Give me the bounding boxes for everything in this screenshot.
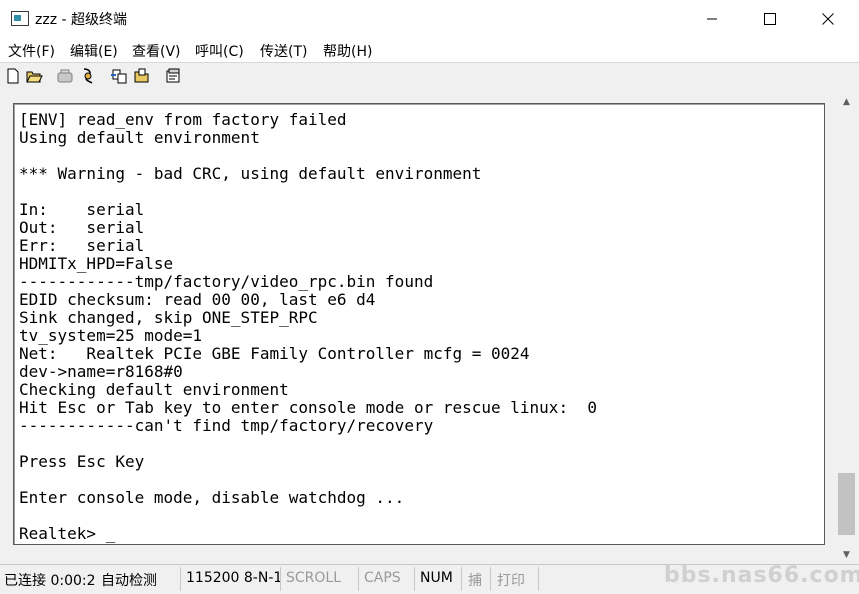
terminal-line: EDID checksum: read 00 00, last e6 d4	[19, 290, 376, 309]
status-detect: 自动检测	[101, 573, 157, 589]
status-scroll: SCROLL	[286, 570, 342, 586]
status-separator	[180, 567, 181, 591]
terminal-line: *** Warning - bad CRC, using default env…	[19, 164, 482, 183]
properties-icon	[166, 68, 180, 83]
terminal-line: HDMITx_HPD=False	[19, 254, 174, 273]
disconnect-icon	[83, 68, 93, 84]
status-separator	[280, 567, 281, 591]
menu-transfer[interactable]: 传送(T)	[260, 41, 307, 61]
window-title: zzz - 超级终端	[35, 12, 127, 28]
status-separator	[414, 567, 415, 591]
title-bar: zzz - 超级终端	[0, 0, 859, 38]
status-separator	[538, 567, 539, 591]
terminal-line: ------------can't find tmp/factory/recov…	[19, 416, 434, 435]
maximize-button[interactable]	[741, 0, 799, 38]
new-icon	[7, 68, 19, 84]
menu-bar: 文件(F) 编辑(E) 查看(V) 呼叫(C) 传送(T) 帮助(H)	[0, 38, 859, 62]
properties-button[interactable]	[164, 67, 182, 85]
menu-call[interactable]: 呼叫(C)	[195, 41, 244, 61]
receive-icon	[134, 68, 149, 83]
terminal-line: Using default environment	[19, 128, 260, 147]
terminal-line: Enter console mode, disable watchdog ...	[19, 488, 405, 507]
status-capture: 捕	[468, 573, 482, 589]
status-port-settings: 115200 8-N-1	[186, 570, 280, 586]
watermark: bbs.nas66.com	[664, 563, 859, 588]
toolbar	[0, 62, 859, 89]
send-button[interactable]	[110, 67, 128, 85]
terminal-line: Realtek> _	[19, 524, 116, 543]
send-icon	[111, 69, 127, 84]
close-icon	[822, 13, 834, 25]
terminal-line: Hit Esc or Tab key to enter console mode…	[19, 398, 597, 417]
hyperterminal-app-icon	[11, 11, 29, 26]
menu-help[interactable]: 帮助(H)	[323, 41, 372, 61]
minimize-button[interactable]	[683, 0, 741, 38]
terminal-area: [ENV] read_env from factory failed Using …	[0, 90, 859, 563]
terminal-line: Checking default environment	[19, 380, 289, 399]
status-print: 打印	[497, 573, 525, 589]
call-icon	[57, 69, 73, 83]
terminal-line: Out: serial	[19, 218, 145, 237]
terminal-output: [ENV] read_env from factory failed Using …	[19, 111, 597, 543]
maximize-icon	[764, 13, 776, 25]
status-separator	[461, 567, 462, 591]
terminal-line: Net: Realtek PCIe GBE Family Controller …	[19, 344, 530, 363]
terminal-line: dev->name=r8168#0	[19, 362, 183, 381]
status-separator	[490, 567, 491, 591]
scroll-up-arrow-icon[interactable]: ▲	[837, 93, 856, 110]
scrollbar-thumb[interactable]	[838, 473, 855, 535]
status-caps: CAPS	[364, 570, 401, 586]
terminal-line: Press Esc Key	[19, 452, 145, 471]
open-button[interactable]	[25, 67, 43, 85]
terminal-screen[interactable]: [ENV] read_env from factory failed Using …	[13, 103, 825, 545]
status-num: NUM	[420, 570, 453, 586]
close-button[interactable]	[799, 0, 857, 38]
status-connection: 已连接 0:00:2	[4, 573, 96, 589]
terminal-line: Sink changed, skip ONE_STEP_RPC	[19, 308, 318, 327]
terminal-line: Err: serial	[19, 236, 145, 255]
terminal-line: tv_system=25 mode=1	[19, 326, 203, 345]
menu-edit[interactable]: 编辑(E)	[70, 41, 118, 61]
menu-file[interactable]: 文件(F)	[8, 41, 55, 61]
terminal-line: ------------tmp/factory/video_rpc.bin fo…	[19, 272, 434, 291]
open-icon	[26, 71, 43, 83]
disconnect-button[interactable]	[79, 67, 97, 85]
status-separator	[358, 567, 359, 591]
call-button[interactable]	[56, 67, 74, 85]
new-button[interactable]	[4, 67, 22, 85]
minimize-icon	[707, 18, 717, 20]
terminal-line: In: serial	[19, 200, 145, 219]
terminal-line: [ENV] read_env from factory failed	[19, 110, 347, 129]
menu-view[interactable]: 查看(V)	[132, 41, 181, 61]
receive-button[interactable]	[133, 67, 151, 85]
scroll-down-arrow-icon[interactable]: ▼	[837, 546, 856, 563]
vertical-scrollbar[interactable]: ▲ ▼	[837, 93, 856, 563]
